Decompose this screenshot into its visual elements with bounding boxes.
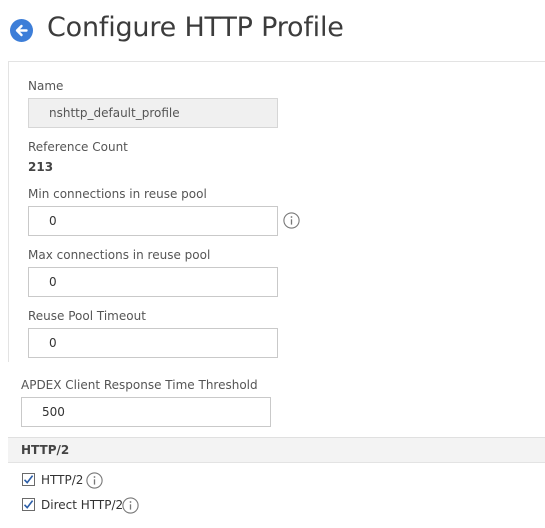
info-icon[interactable] [122, 497, 139, 518]
back-button[interactable] [10, 19, 33, 42]
http2-section-header [8, 437, 545, 463]
http2-section-title: HTTP/2 [21, 443, 70, 457]
page-title: Configure HTTP Profile [47, 12, 344, 43]
info-icon[interactable] [86, 472, 103, 493]
max-connections-label: Max connections in reuse pool [28, 248, 211, 262]
http2-checkbox-label[interactable]: HTTP/2 [41, 473, 83, 487]
reference-count-label: Reference Count [28, 140, 128, 154]
min-connections-input[interactable] [28, 206, 278, 236]
http2-checkbox[interactable] [22, 473, 35, 486]
checkmark-icon [23, 475, 34, 484]
max-connections-input[interactable] [28, 267, 278, 297]
panel-divider [8, 61, 545, 62]
name-field: nshttp_default_profile [28, 98, 278, 128]
name-label: Name [28, 79, 64, 93]
reuse-pool-timeout-label: Reuse Pool Timeout [28, 309, 146, 323]
panel-border [8, 61, 9, 362]
checkmark-icon [23, 500, 34, 509]
info-icon[interactable] [283, 212, 300, 233]
arrow-left-icon [15, 24, 28, 37]
reuse-pool-timeout-input[interactable] [28, 328, 278, 358]
direct-http2-checkbox[interactable] [22, 498, 35, 511]
min-connections-label: Min connections in reuse pool [28, 187, 207, 201]
direct-http2-checkbox-label[interactable]: Direct HTTP/2 [41, 498, 123, 512]
apdex-threshold-input[interactable] [21, 397, 271, 427]
apdex-threshold-label: APDEX Client Response Time Threshold [21, 378, 258, 392]
reference-count-value: 213 [28, 160, 54, 174]
